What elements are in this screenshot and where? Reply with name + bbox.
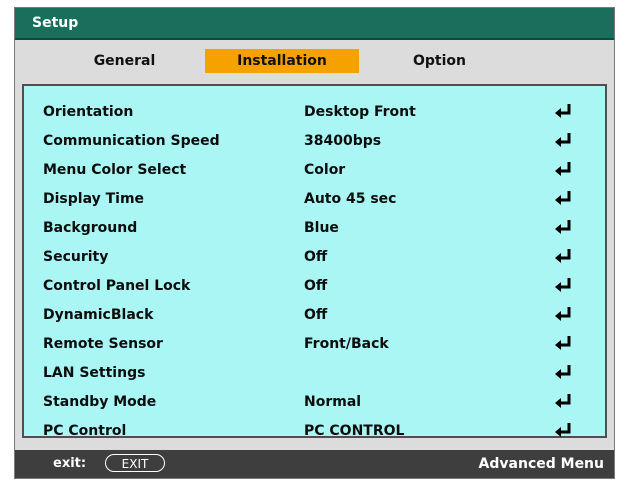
setting-row-orientation[interactable]: Orientation Desktop Front [24,98,605,127]
setting-value: Color [304,162,346,178]
setting-label: DynamicBlack [43,307,154,323]
enter-arrow-icon[interactable] [555,364,573,380]
setting-value: Auto 45 sec [304,191,397,207]
setting-value: Normal [304,394,362,410]
setting-value: Blue [304,220,339,236]
tab-installation[interactable]: Installation [205,49,359,73]
exit-label: exit: [53,456,87,471]
exit-key-button[interactable]: EXIT [105,454,165,472]
setting-row-control-panel-lock[interactable]: Control Panel Lock Off [24,272,605,301]
setting-value: Desktop Front [304,104,416,120]
setting-label: Background [43,220,138,236]
enter-arrow-icon[interactable] [555,132,573,148]
setting-label: Remote Sensor [43,336,163,352]
setting-row-security[interactable]: Security Off [24,243,605,272]
setting-row-pc-control[interactable]: PC Control PC CONTROL [24,417,605,446]
setting-row-dynamicblack[interactable]: DynamicBlack Off [24,301,605,330]
setting-label: Display Time [43,191,145,207]
advanced-menu-label[interactable]: Advanced Menu [479,456,604,472]
setting-row-communication-speed[interactable]: Communication Speed 38400bps [24,127,605,156]
enter-arrow-icon[interactable] [555,103,573,119]
enter-arrow-icon[interactable] [555,248,573,264]
window-title: Setup [32,15,79,31]
setting-label: Control Panel Lock [43,278,191,294]
enter-arrow-icon[interactable] [555,393,573,409]
setting-value: 38400bps [304,133,382,149]
enter-arrow-icon[interactable] [555,161,573,177]
enter-arrow-icon[interactable] [555,422,573,438]
footer-bar: exit: EXIT Advanced Menu [15,450,614,478]
enter-arrow-icon[interactable] [555,335,573,351]
setting-label: Standby Mode [43,394,157,410]
setting-label: PC Control [43,423,127,439]
setting-row-standby-mode[interactable]: Standby Mode Normal [24,388,605,417]
setting-label: LAN Settings [43,365,146,381]
setting-row-display-time[interactable]: Display Time Auto 45 sec [24,185,605,214]
setting-value: Off [304,307,328,323]
enter-arrow-icon[interactable] [555,277,573,293]
setting-value: Front/Back [304,336,389,352]
settings-panel: Orientation Desktop Front Communication … [22,84,607,439]
setting-label: Communication Speed [43,133,220,149]
enter-arrow-icon[interactable] [555,219,573,235]
setting-label: Security [43,249,109,265]
enter-arrow-icon[interactable] [555,190,573,206]
setting-value: Off [304,278,328,294]
setting-row-background[interactable]: Background Blue [24,214,605,243]
enter-arrow-icon[interactable] [555,306,573,322]
title-bar: Setup [15,8,614,40]
setting-label: Orientation [43,104,134,120]
tab-general[interactable]: General [72,49,177,73]
setting-value: Off [304,249,328,265]
setting-row-menu-color-select[interactable]: Menu Color Select Color [24,156,605,185]
setting-row-remote-sensor[interactable]: Remote Sensor Front/Back [24,330,605,359]
setting-row-lan-settings[interactable]: LAN Settings [24,359,605,388]
tab-bar: General Installation Option [15,49,614,75]
setup-menu-window: Setup General Installation Option Orient… [14,7,615,479]
setting-value: PC CONTROL [304,423,405,439]
tab-option[interactable]: Option [387,49,492,73]
setting-label: Menu Color Select [43,162,187,178]
